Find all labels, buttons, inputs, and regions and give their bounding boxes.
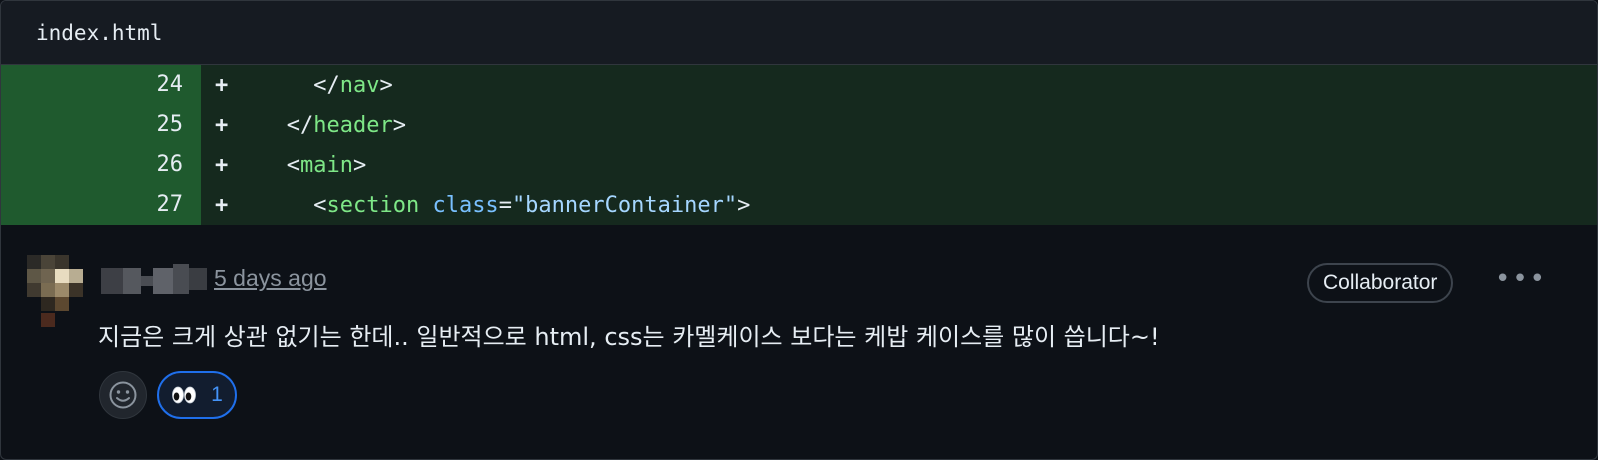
added-marker: + (215, 152, 229, 178)
code-punct: < (313, 192, 327, 218)
review-comment: 5 days ago Collaborator ••• 지금은 크게 상관 없기… (1, 225, 1597, 458)
code-line: + < section class = "bannerContainer" > (201, 185, 1597, 225)
file-header: index.html (1, 1, 1597, 65)
eyes-reaction-button[interactable]: 1 (157, 371, 237, 419)
code-attr: class (432, 192, 499, 218)
reaction-count: 1 (211, 383, 223, 406)
line-number[interactable]: 27 (1, 185, 201, 225)
smiley-icon (109, 381, 137, 409)
code-punct: </ (286, 112, 314, 138)
collaborator-badge: Collaborator (1307, 263, 1454, 303)
added-marker: + (215, 72, 229, 98)
line-number[interactable]: 24 (1, 65, 201, 105)
add-reaction-button[interactable] (99, 371, 147, 419)
comment-body: 지금은 크게 상관 없기는 한데.. 일반적으로 html, css는 카멜케이… (98, 323, 1160, 351)
code-string: "bannerContainer" (511, 192, 738, 218)
code-punct: > (737, 192, 751, 218)
avatar[interactable] (27, 255, 85, 331)
line-number[interactable]: 25 (1, 105, 201, 145)
code-punct: </ (313, 72, 340, 98)
more-options-button[interactable]: ••• (1495, 265, 1545, 297)
diff-line: 27 + < section class = "bannerContainer" > (1, 185, 1597, 225)
diff-line: 25 + </header > (1, 105, 1597, 145)
code-punct: > (379, 72, 393, 98)
line-number[interactable]: 26 (1, 145, 201, 185)
diff-line: 24 + </nav > (1, 65, 1597, 105)
code-tag: header (313, 112, 393, 138)
author-name-redacted[interactable] (101, 264, 207, 298)
code-line: + </header > (201, 105, 1597, 145)
code-tag: main (300, 152, 353, 178)
code-line: + < main > (201, 145, 1597, 185)
diff-hunk: 24 + </nav > 25 + </header > 26 + < main > 2… (1, 65, 1597, 225)
eyes-icon (172, 386, 197, 404)
comment-timestamp[interactable]: 5 days ago (214, 265, 327, 292)
code-punct: < (286, 152, 300, 178)
code-punct: = (498, 192, 512, 218)
code-line: + </nav > (201, 65, 1597, 105)
code-tag: nav (339, 72, 380, 98)
pull-request-review-thread: index.html 24 + </nav > 25 + </header > 26… (0, 0, 1598, 460)
added-marker: + (215, 192, 229, 218)
kebab-icon: ••• (1495, 264, 1548, 294)
diff-line: 26 + < main > (1, 145, 1597, 185)
code-punct: > (352, 152, 367, 178)
added-marker: + (215, 112, 229, 138)
file-name[interactable]: index.html (36, 21, 162, 45)
code-tag: section (326, 192, 420, 218)
code-punct: > (392, 112, 406, 138)
